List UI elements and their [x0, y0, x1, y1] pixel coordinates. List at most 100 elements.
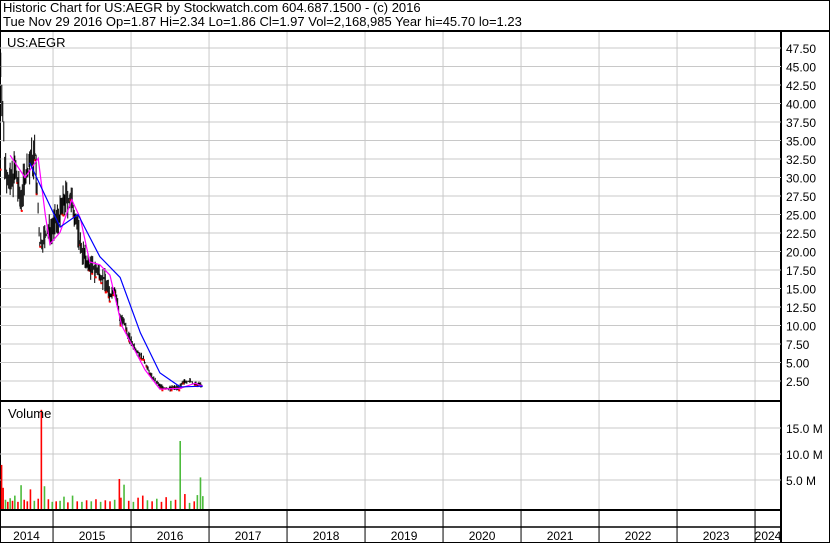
- price-tick-label: 7.50: [786, 338, 810, 352]
- volume-bar: [118, 478, 121, 509]
- volume-bar: [40, 409, 43, 509]
- volume-bar: [55, 501, 57, 509]
- year-label: 2019: [391, 529, 418, 543]
- year-label: 2024: [755, 529, 782, 543]
- volume-bar: [141, 495, 144, 509]
- volume-bar: [33, 500, 36, 509]
- volume-bar: [51, 501, 54, 509]
- year-label: 2020: [469, 529, 496, 543]
- volume-bar: [113, 499, 116, 509]
- volume-bar: [81, 501, 83, 509]
- price-tick-label: 42.50: [786, 79, 816, 93]
- year-label: 2017: [235, 529, 262, 543]
- volume-bar: [95, 499, 97, 509]
- year-label: 2018: [313, 529, 340, 543]
- price-tick-label: 35.00: [786, 135, 816, 149]
- price-tick-label: 5.00: [786, 357, 810, 371]
- price-tick-label: 40.00: [786, 98, 816, 112]
- volume-bar: [170, 500, 172, 509]
- price-tick-marker: [20, 209, 23, 212]
- volume-bar: [17, 501, 19, 509]
- volume-bar: [76, 501, 79, 509]
- volume-bar: [188, 502, 191, 509]
- volume-bar: [156, 498, 158, 509]
- volume-tick-label: 15.0 M: [786, 422, 823, 436]
- volume-bar: [196, 495, 199, 509]
- volume-tick-label: 5.0 M: [786, 474, 816, 488]
- grid: 2014 2015 2016 2017 2018 2019 2020 2021 2022 2023…: [0, 0, 830, 543]
- volume-bar: [90, 501, 93, 509]
- volume-bar: [67, 502, 69, 509]
- price-tick-label: 22.50: [786, 227, 816, 241]
- marks: [0, 52, 204, 509]
- price-tick-label: 45.00: [786, 61, 816, 75]
- price-tick-label: 27.50: [786, 190, 816, 204]
- price-tick-label: 20.00: [786, 246, 816, 260]
- volume-bar: [109, 501, 111, 509]
- price-tick-label: 32.50: [786, 153, 816, 167]
- volume-bar: [202, 496, 204, 509]
- price-tick-marker: [108, 300, 111, 303]
- volume-bar: [120, 497, 122, 509]
- volume-bar: [151, 501, 153, 509]
- price-tick-label: 37.50: [786, 116, 816, 130]
- price-tick-label: 30.00: [786, 172, 816, 186]
- volume-bar: [199, 477, 202, 509]
- volume-bar: [0, 464, 3, 509]
- price-tick-label: 47.50: [786, 42, 816, 56]
- stock-chart: 2014 2015 2016 2017 2018 2019 2020 2021 2022 2023…: [0, 0, 830, 543]
- volume-bar: [165, 497, 167, 509]
- volume-bar: [132, 501, 135, 509]
- volume-bar: [63, 496, 65, 509]
- volume-label: Volume: [8, 406, 51, 421]
- volume-bar: [11, 500, 14, 509]
- volume-bar: [99, 501, 102, 509]
- price-tick-label: 2.50: [786, 375, 810, 389]
- volume-bar: [20, 485, 22, 509]
- volume-bar: [29, 489, 32, 509]
- volume-bar: [59, 500, 61, 509]
- volume-bar: [193, 501, 196, 509]
- volume-bar: [7, 501, 9, 509]
- volume-bar: [43, 486, 46, 509]
- volume-bar: [26, 501, 29, 509]
- year-label: 2016: [157, 529, 184, 543]
- outer-border: [0, 0, 830, 543]
- volume-bar: [9, 498, 11, 509]
- price-tick-marker: [178, 389, 181, 392]
- volume-bar: [137, 497, 139, 509]
- volume-bar: [184, 494, 186, 509]
- volume-bar: [179, 441, 181, 509]
- year-label: 2014: [13, 529, 40, 543]
- volume-bar: [85, 500, 88, 509]
- price-tick-label: 12.50: [786, 301, 816, 315]
- volume-bar: [146, 500, 149, 509]
- price-tick-label: 17.50: [786, 264, 816, 278]
- symbol-label: US:AEGR: [7, 35, 66, 50]
- year-label: 2021: [547, 529, 574, 543]
- price-tick-label: 15.00: [786, 283, 816, 297]
- volume-bar: [4, 499, 7, 509]
- volume-bar: [160, 501, 163, 509]
- price-tick-marker: [94, 276, 97, 279]
- volume-bar: [174, 499, 177, 509]
- price-tick-marker: [39, 245, 42, 248]
- volume-bar: [71, 495, 74, 509]
- price-tick-marker: [100, 282, 103, 285]
- volume-bar: [14, 495, 16, 509]
- price-tick-label: 10.00: [786, 320, 816, 334]
- volume-bar: [23, 499, 25, 509]
- volume-bar: [47, 499, 50, 509]
- volume-bar: [104, 500, 107, 509]
- volume-bar: [37, 498, 40, 509]
- year-label: 2022: [625, 529, 652, 543]
- price-tick-label: 25.00: [786, 209, 816, 223]
- volume-bar: [2, 487, 4, 509]
- price-tick-marker: [0, 168, 2, 171]
- year-label: 2015: [79, 529, 106, 543]
- short-ma-line: [9, 154, 204, 390]
- volume-bar: [127, 500, 130, 509]
- volume-tick-label: 10.0 M: [786, 448, 823, 462]
- year-label: 2023: [703, 529, 730, 543]
- volume-bar: [123, 484, 125, 509]
